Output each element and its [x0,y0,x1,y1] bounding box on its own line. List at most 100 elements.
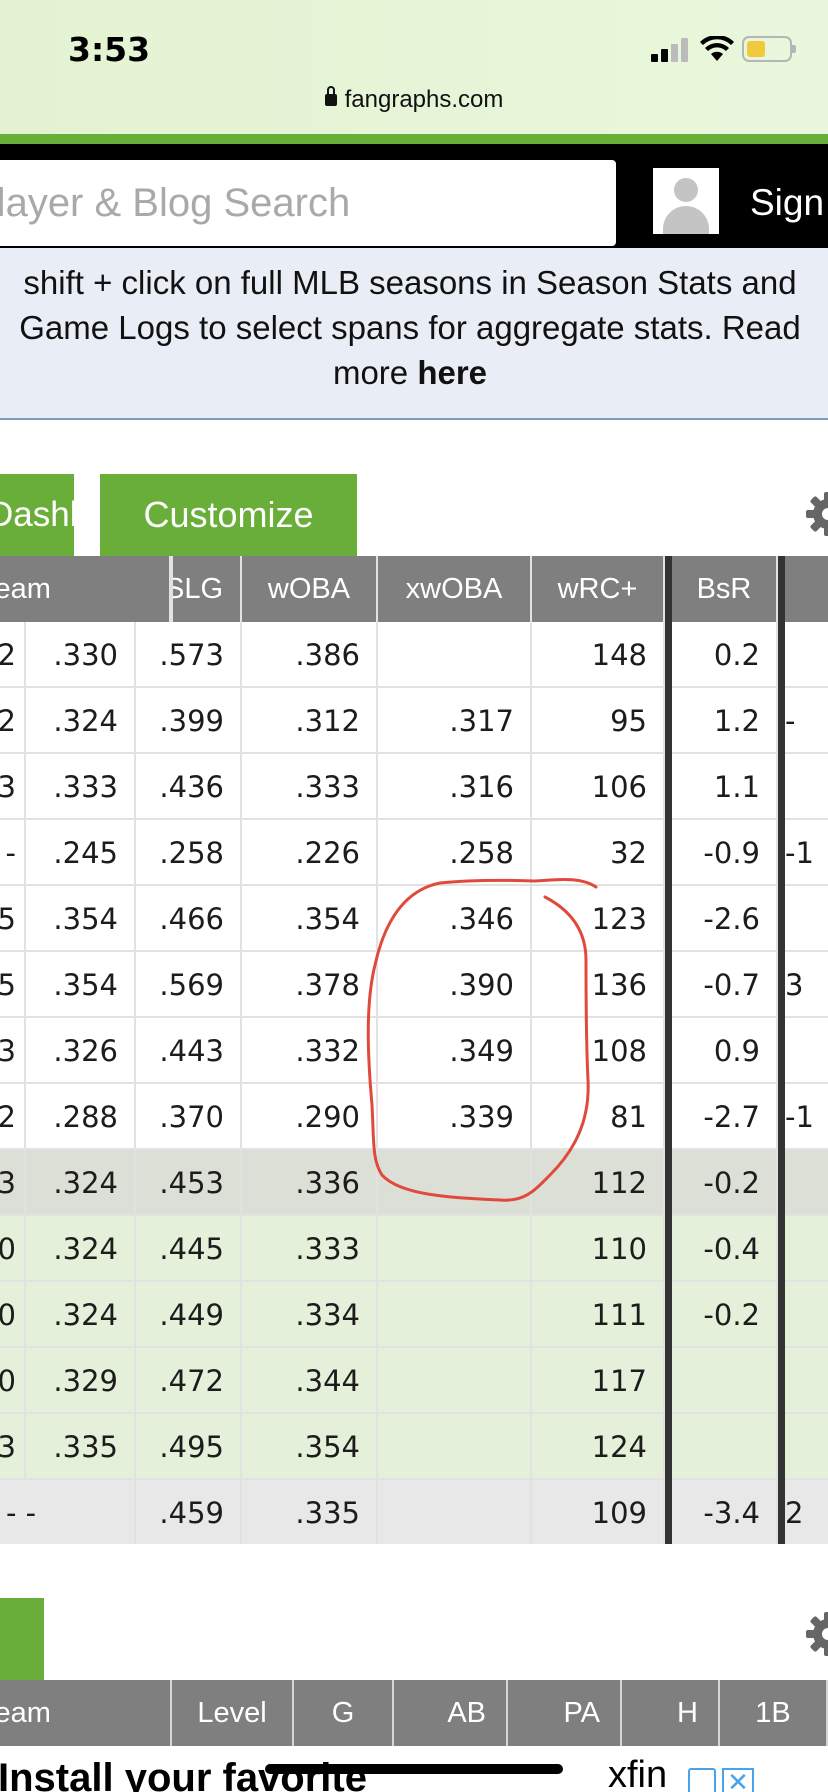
column-header-slg[interactable]: SLG [171,556,242,622]
cell-woba: .332 [242,1018,378,1084]
cell-xwoba [378,1348,532,1414]
user-avatar-icon[interactable] [653,168,719,234]
cell-wrc: 109 [532,1480,665,1544]
url-bar[interactable]: fangraphs.com [0,86,828,114]
ad-brand[interactable]: xfin [608,1754,667,1792]
column-header-ab[interactable]: AB [394,1680,508,1746]
notice-link[interactable]: here [417,354,487,391]
cell-xwoba [378,622,532,688]
column-divider [665,556,672,1544]
ad-choices-icon[interactable] [688,1768,716,1792]
ad-text[interactable]: Install your favorite [0,1756,367,1792]
table-row: - - .459.335 109 -3.4 2 [0,1480,828,1544]
table-row: 2.324.399.312.317951.2- [0,688,828,754]
cellular-signal-icon [651,38,691,62]
cell-slg: .399 [136,688,242,754]
cell-woba: .336 [242,1150,378,1216]
column-header-xwoba[interactable]: xwOBA [378,556,532,622]
cell-obp: .324 [26,1150,136,1216]
cell-bsr: -0.2 [672,1150,778,1216]
cell-slg: .466 [136,886,242,952]
table-row: 2.288.370.290.33981-2.7-1 [0,1084,828,1150]
column-header-h[interactable]: H [622,1680,720,1746]
accent-line [0,134,828,144]
cell-slg: .449 [136,1282,242,1348]
notice-text: shift + click on full MLB seasons in Sea… [19,264,801,391]
cell-xwoba [378,1480,532,1544]
cell-wrc: 148 [532,622,665,688]
cell-slg: .569 [136,952,242,1018]
cell-obp: .330 [26,622,136,688]
cell-lead: 3 [0,1018,26,1084]
cell-woba: .290 [242,1084,378,1150]
column-header-team[interactable]: Team [0,556,171,622]
cell-bsr [672,1348,778,1414]
cell-lead: 3 [0,754,26,820]
cell-lead: - - [0,1480,136,1544]
cell-lead: 3 [0,1150,26,1216]
sign-in-link[interactable]: Sign In [750,182,828,224]
cell-woba: .354 [242,886,378,952]
cell-xwoba: .349 [378,1018,532,1084]
column-header-level[interactable]: Level [172,1680,294,1746]
cell-woba: .333 [242,1216,378,1282]
cell-slg: .258 [136,820,242,886]
gear-icon[interactable] [804,490,828,538]
column-header-pa[interactable]: PA [508,1680,622,1746]
table-row: 5.354.569.378.390136-0.73 [0,952,828,1018]
table-row: 0.324.449.334 111-0.2 [0,1282,828,1348]
cell-off [785,754,828,820]
search-box[interactable] [0,160,616,246]
section-button[interactable] [0,1598,44,1680]
cell-xwoba [378,1150,532,1216]
column-header-g[interactable]: G [294,1680,394,1746]
cell-woba: .226 [242,820,378,886]
cell-woba: .378 [242,952,378,1018]
column-header-off[interactable] [785,556,828,622]
table-row: - .245.258.226.258 32 -0.9 -1 [0,820,828,886]
customize-button[interactable]: Customize [100,474,357,556]
ad-close-icon[interactable]: ✕ [722,1768,754,1792]
table-row: 0.329.472.344 117 [0,1348,828,1414]
cell-lead: 2 [0,688,26,754]
table-row: 3.335.495.354 124 [0,1414,828,1480]
cell-woba: .333 [242,754,378,820]
cell-off: - [785,688,828,754]
season-stats-table: TeamSLGwOBAxwOBAwRC+BsR 2.330.573.386148… [0,556,828,1544]
cell-xwoba: .258 [378,820,532,886]
cell-obp: .324 [26,1216,136,1282]
cell-bsr: -0.9 [672,820,778,886]
cell-lead: 2 [0,622,26,688]
gear-icon[interactable] [804,1610,828,1658]
url-text: fangraphs.com [344,86,504,113]
column-header-woba[interactable]: wOBA [242,556,378,622]
cell-off [785,622,828,688]
cell-wrc: 136 [532,952,665,1018]
cell-wrc: 108 [532,1018,665,1084]
dashboard-button[interactable]: Dashboard [0,474,74,556]
cell-woba: .334 [242,1282,378,1348]
cell-off [785,1150,828,1216]
cell-lead: 0 [0,1348,26,1414]
cell-wrc: 124 [532,1414,665,1480]
second-table-header: TeamLevelGABPAH1B [0,1680,828,1746]
status-time: 3:53 [68,30,151,69]
cell-wrc: 111 [532,1282,665,1348]
column-header-bsr[interactable]: BsR [672,556,778,622]
cell-xwoba: .346 [378,886,532,952]
search-input[interactable] [0,160,616,246]
column-header-wrc-[interactable]: wRC+ [532,556,665,622]
column-header-team[interactable]: Team [0,1680,172,1746]
table-row: 2.330.573.386 1480.2 [0,622,828,688]
cell-obp: .288 [26,1084,136,1150]
browser-top-bar: 3:53 fangraphs.com [0,0,828,134]
cell-wrc: 106 [532,754,665,820]
cell-slg: .472 [136,1348,242,1414]
cell-obp: .329 [26,1348,136,1414]
cell-bsr [672,1414,778,1480]
cell-obp: .354 [26,886,136,952]
cell-bsr: -2.7 [672,1084,778,1150]
column-header-1b[interactable]: 1B [720,1680,828,1746]
cell-wrc: 123 [532,886,665,952]
cell-xwoba [378,1216,532,1282]
